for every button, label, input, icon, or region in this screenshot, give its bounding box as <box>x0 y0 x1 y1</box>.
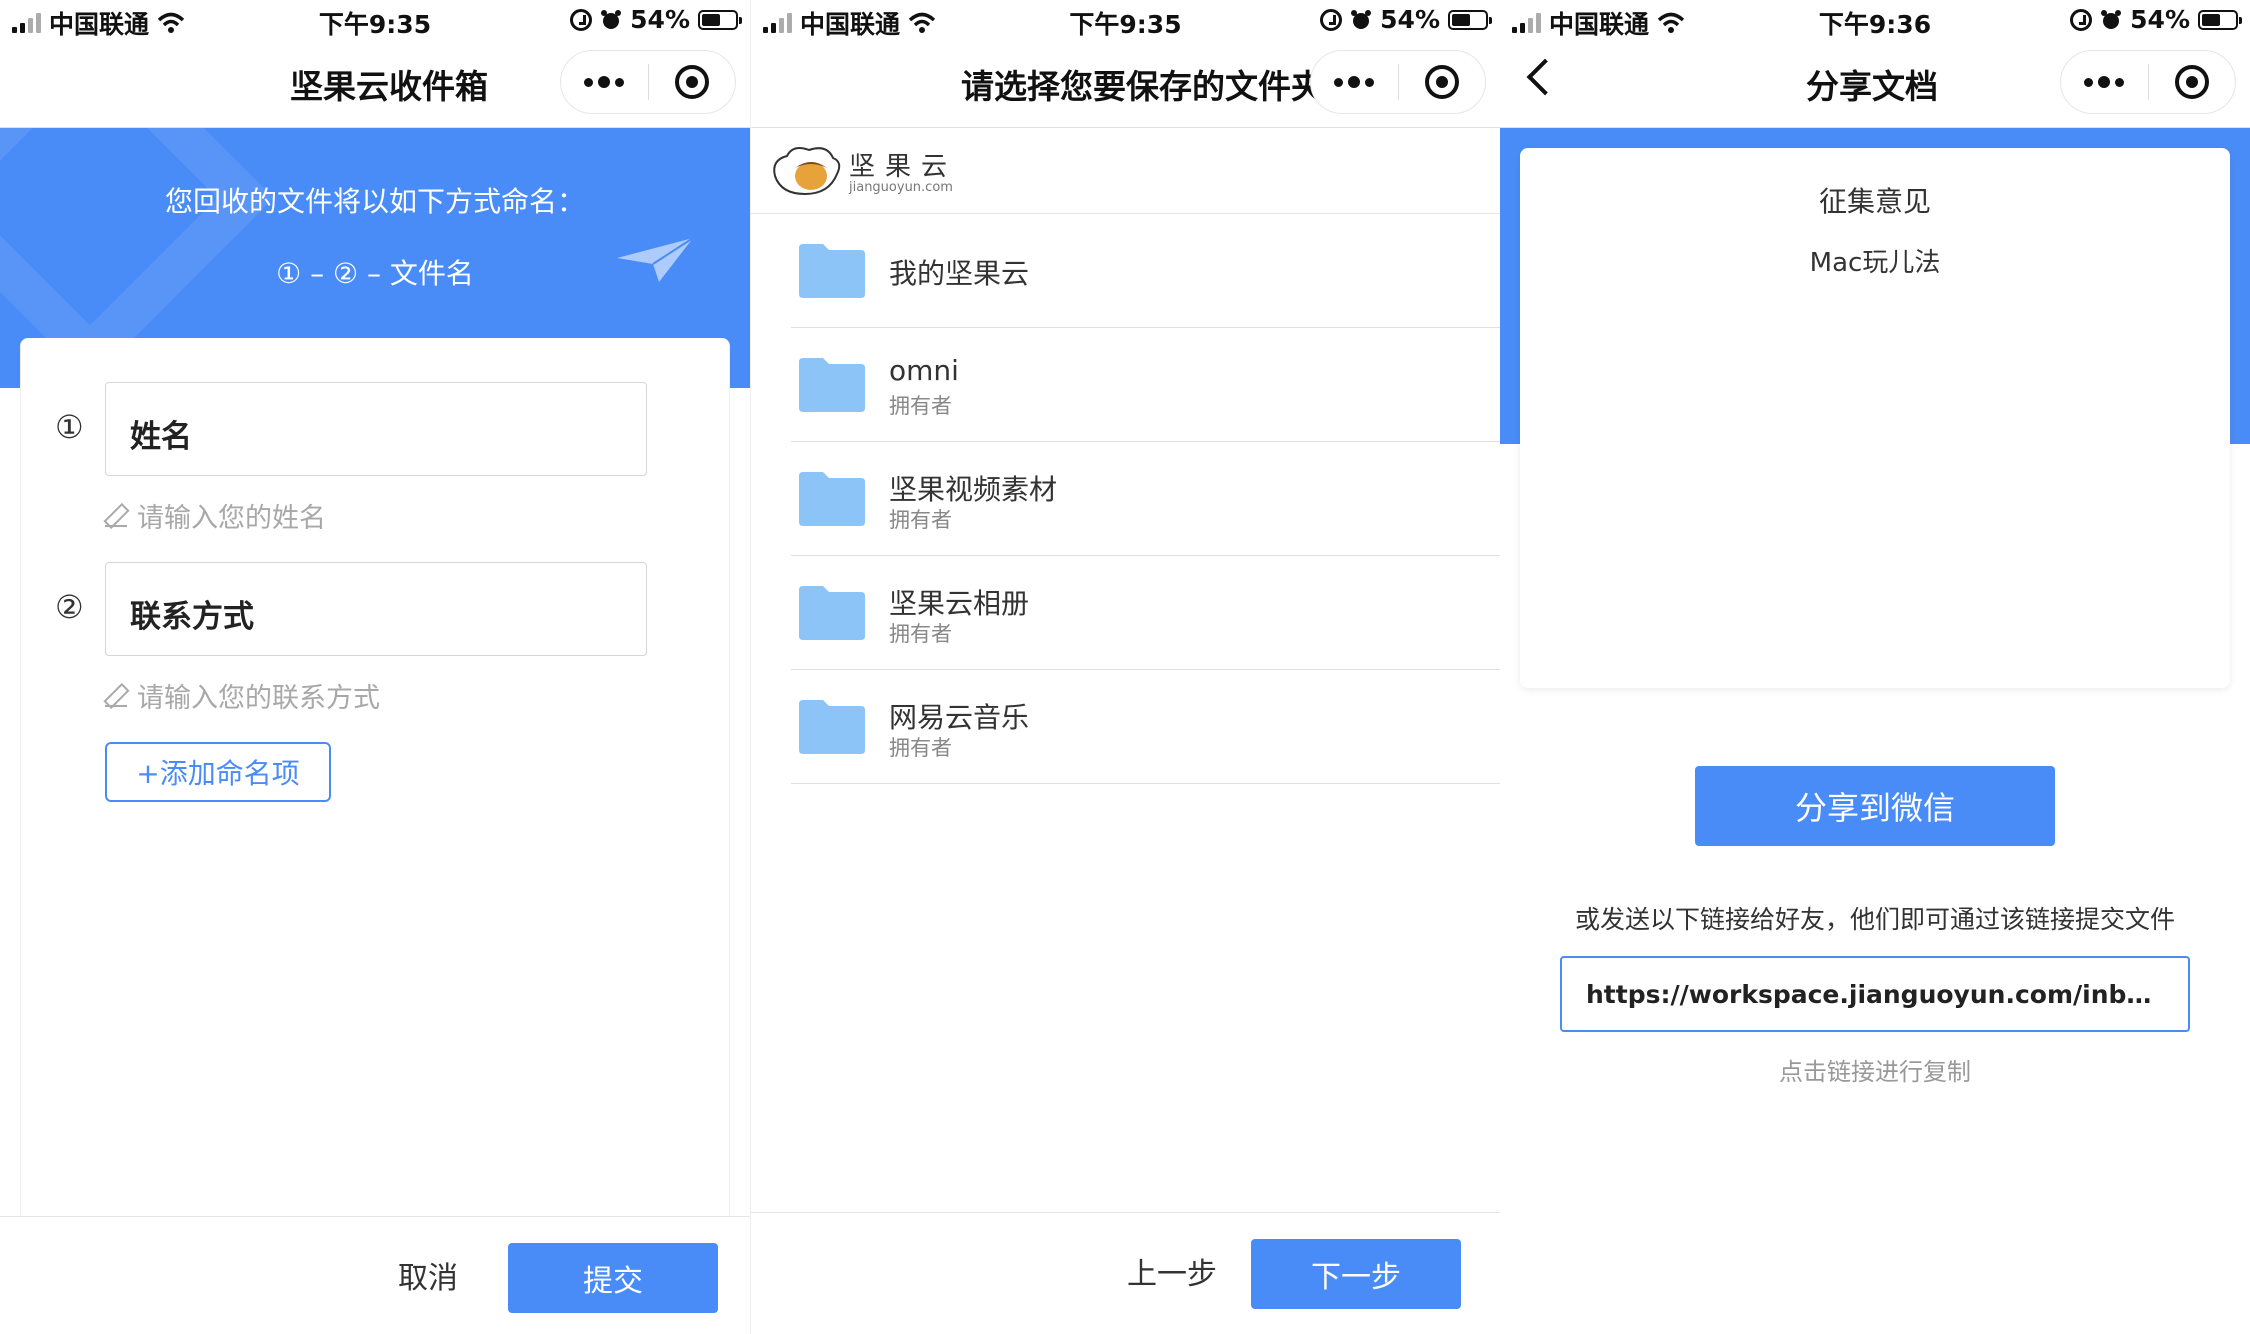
battery-percent: 54% <box>2130 5 2190 34</box>
folder-name: 坚果视频素材 <box>889 473 1058 506</box>
folder-role: 拥有者 <box>889 736 952 760</box>
field-number: ② <box>55 588 84 626</box>
battery-percent: 54% <box>630 5 690 34</box>
status-bar: 中国联通 下午9:36 54% <box>1500 0 2250 40</box>
next-step-button[interactable]: 下一步 <box>1251 1239 1461 1309</box>
folder-picker-panel: 中国联通 下午9:35 54% 请选择您要保存的文件夹 坚果云 jianguoy… <box>750 0 1500 1334</box>
battery-icon <box>2198 9 2242 30</box>
folder-item[interactable]: 坚果视频素材 拥有者 <box>791 442 1500 556</box>
page-title: 请选择您要保存的文件夹 <box>961 67 1324 106</box>
target-icon[interactable] <box>649 65 736 99</box>
battery-percent: 54% <box>1380 5 1440 34</box>
folder-role: 拥有者 <box>889 508 952 532</box>
naming-form: ① 姓名 请输入您的姓名 ② 联系方式 请输入您的联系方式 +添加命名项 <box>20 338 730 1218</box>
page-title: 分享文档 <box>1806 67 1938 106</box>
folder-icon <box>799 700 865 754</box>
back-icon[interactable] <box>1526 58 1564 96</box>
name-field-hint[interactable]: 请输入您的姓名 <box>105 496 326 535</box>
folder-role: 拥有者 <box>889 394 952 418</box>
folder-name: 网易云音乐 <box>889 701 1030 734</box>
folder-name: omni <box>889 354 959 387</box>
folder-name: 我的坚果云 <box>889 257 1030 290</box>
more-icon[interactable] <box>2061 76 2148 88</box>
naming-rule-caption: 您回收的文件将以如下方式命名： <box>164 185 585 218</box>
share-to-wechat-button[interactable]: 分享到微信 <box>1695 766 2055 846</box>
battery-icon <box>1448 9 1492 30</box>
add-naming-item-button[interactable]: +添加命名项 <box>105 742 331 802</box>
inbox-title: 征集意见 <box>1818 185 1931 218</box>
contact-field-chip[interactable]: 联系方式 <box>105 562 647 656</box>
screenshot-stage: 中国联通 下午9:35 54% 坚果云收件箱 您回收的文件将以如下方式命名： ①… <box>0 0 2250 1334</box>
page-title: 坚果云收件箱 <box>290 67 488 106</box>
folder-item[interactable]: 我的坚果云 <box>791 214 1500 328</box>
mini-program-capsule <box>2060 50 2236 114</box>
inbox-subtitle: Mac玩儿法 <box>1809 248 1941 278</box>
folder-name: 坚果云相册 <box>889 587 1030 620</box>
cancel-button[interactable]: 取消 <box>398 1253 458 1297</box>
target-icon[interactable] <box>2149 65 2236 99</box>
more-icon[interactable] <box>1311 76 1398 88</box>
alarm-icon <box>2101 9 2122 29</box>
mini-program-capsule <box>1310 50 1486 114</box>
name-field-chip[interactable]: 姓名 <box>105 382 647 476</box>
folder-icon <box>799 472 865 526</box>
nav-bar: 分享文档 <box>1500 40 2250 128</box>
more-icon[interactable] <box>561 76 648 88</box>
brand-header: 坚果云 jianguoyun.com <box>751 128 1500 214</box>
status-bar: 中国联通 下午9:35 54% <box>0 0 750 40</box>
submit-button[interactable]: 提交 <box>508 1243 718 1313</box>
folder-icon <box>799 586 865 640</box>
pencil-icon <box>105 685 127 707</box>
folder-item[interactable]: 网易云音乐 拥有者 <box>791 670 1500 784</box>
brand-name: 坚果云 <box>849 152 958 182</box>
paper-plane-icon <box>617 237 694 282</box>
alarm-icon <box>601 9 622 29</box>
field-number: ① <box>55 408 84 446</box>
nav-bar: 坚果云收件箱 <box>0 40 750 128</box>
share-panel: 中国联通 下午9:36 54% 分享文档 征集意见 Mac玩儿法 分享到微信 或… <box>1500 0 2250 1334</box>
brand-domain: jianguoyun.com <box>849 180 953 195</box>
inbox-card: 征集意见 Mac玩儿法 <box>1520 148 2230 688</box>
contact-field-hint[interactable]: 请输入您的联系方式 <box>105 676 380 715</box>
folder-item[interactable]: 坚果云相册 拥有者 <box>791 556 1500 670</box>
folder-icon <box>799 244 865 298</box>
lock-rotation-icon <box>1320 8 1343 31</box>
share-link-description: 或发送以下链接给好友，他们即可通过该链接提交文件 <box>1574 905 2175 934</box>
share-link[interactable]: https://workspace.jianguoyun.com/inbo... <box>1560 956 2190 1032</box>
folder-icon <box>799 358 865 412</box>
previous-step-button[interactable]: 上一步 <box>1127 1249 1217 1293</box>
inbox-panel: 中国联通 下午9:35 54% 坚果云收件箱 您回收的文件将以如下方式命名： ①… <box>0 0 750 1334</box>
status-bar: 中国联通 下午9:35 54% <box>751 0 1500 40</box>
mini-program-capsule <box>560 50 736 114</box>
target-icon[interactable] <box>1399 65 1486 99</box>
action-bar: 上一步 下一步 <box>751 1212 1500 1330</box>
folder-item[interactable]: omni 拥有者 <box>791 328 1500 442</box>
lock-rotation-icon <box>570 8 593 31</box>
copy-link-hint: 点击链接进行复制 <box>1779 1058 1971 1086</box>
battery-icon <box>698 9 742 30</box>
nav-bar: 请选择您要保存的文件夹 <box>751 40 1500 128</box>
alarm-icon <box>1351 9 1372 29</box>
folder-role: 拥有者 <box>889 622 952 646</box>
pencil-icon <box>105 505 127 527</box>
lock-rotation-icon <box>2070 8 2093 31</box>
action-bar: 取消 提交 <box>0 1216 750 1334</box>
acorn-logo-icon <box>773 147 841 196</box>
